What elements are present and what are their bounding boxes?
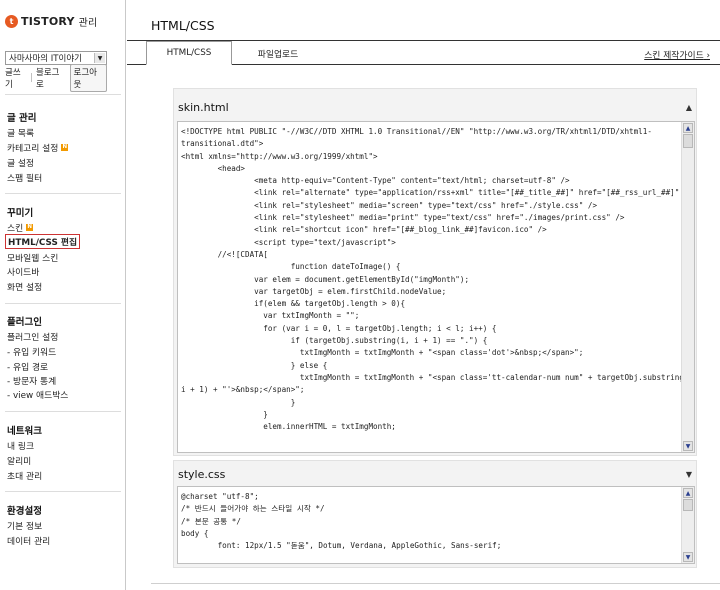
sidebar-item-plugin-settings[interactable]: 플러그인 설정 <box>7 330 58 343</box>
sidebar-item-html-css-edit[interactable]: HTML/CSS 편집 <box>5 234 81 249</box>
scroll-down-icon[interactable]: ▼ <box>683 441 693 451</box>
chevron-down-icon[interactable]: ▼ <box>94 53 105 63</box>
sidebar-item-post-list[interactable]: 글 목록 <box>7 126 34 139</box>
section-title-plugins: 플러그인 <box>7 317 42 328</box>
sidebar-item-data-management[interactable]: 데이터 관리 <box>7 534 50 547</box>
skin_html-line: i + 1) + "'>&nbsp;</span>"; <box>181 385 305 395</box>
write-link[interactable]: 글쓰기 <box>5 66 27 90</box>
tab-file-upload[interactable]: 파일업로드 <box>253 41 303 65</box>
section-title-network: 네트워크 <box>7 426 42 437</box>
blog-select[interactable]: 사마사마의 IT이야기 ▼ <box>5 51 107 65</box>
skin_html-line: <head> <box>181 163 246 173</box>
skin_html-line: } <box>181 397 296 407</box>
skin_html-line: <link rel="stylesheet" media="print" typ… <box>181 213 625 223</box>
skin_html-line: <script type="text/javascript"> <box>181 237 396 247</box>
expand-down-icon[interactable]: ▼ <box>686 470 692 479</box>
style-css-title: style.css <box>178 468 226 481</box>
style_css-line: @charset "utf-8"; <box>181 492 259 501</box>
sidebar-item-notifier[interactable]: 알리미 <box>7 454 31 467</box>
skin_html-line: var targetObj = elem.firstChild.nodeValu… <box>181 286 447 296</box>
tistory-logo[interactable]: t TISTORY 관리 <box>5 14 97 29</box>
divider <box>5 303 121 304</box>
sidebar-item-spam-filter[interactable]: 스팸 필터 <box>7 171 42 184</box>
section-title-decorate: 꾸미기 <box>7 208 34 219</box>
skin_html-line: //<![CDATA[ <box>181 249 268 259</box>
divider <box>5 411 121 412</box>
sidebar-item-basic-info[interactable]: 기본 정보 <box>7 519 42 532</box>
skin_html-line: txtImgMonth = txtImgMonth + "<span class… <box>181 372 695 382</box>
divider <box>5 193 121 194</box>
skin_html-line: elem.innerHTML = txtImgMonth; <box>181 422 396 432</box>
chevron-right-icon: › <box>706 51 710 61</box>
divider <box>151 583 720 584</box>
skin-html-panel: skin.html ▲ <!DOCTYPE html PUBLIC "-//W3… <box>173 88 697 456</box>
divider: | <box>30 73 33 83</box>
skin_html-line: txtImgMonth = txtImgMonth + "<span class… <box>181 348 584 358</box>
skin_html-line: var txtImgMonth = ""; <box>181 311 360 321</box>
skin_html-line: <link rel="shortcut icon" href="[##_blog… <box>181 225 547 235</box>
style-css-panel: style.css ▼ @charset "utf-8"; /* 반드시 들어가야… <box>173 460 697 568</box>
scroll-up-icon[interactable]: ▲ <box>683 123 693 133</box>
skin-guide-link[interactable]: 스킨 제작가이드 › <box>644 48 710 61</box>
sidebar-item-mobile-skin[interactable]: 모바일웹 스킨 <box>7 251 58 264</box>
page-title: HTML/CSS <box>151 18 215 33</box>
style-css-editor[interactable]: @charset "utf-8"; /* 반드시 들어가야 하는 스타일 시작 *… <box>177 486 695 564</box>
sidebar-item-inflow-paths[interactable]: - 유입 경로 <box>7 360 48 373</box>
skin_html-line: function dateToImage() { <box>181 262 401 272</box>
style_css-line: /* 본문 공통 */ <box>181 516 241 526</box>
scroll-thumb[interactable] <box>683 134 693 148</box>
new-badge-icon: N <box>61 144 69 151</box>
skin_html-line: <!DOCTYPE html PUBLIC "-//W3C//DTD XHTML… <box>181 127 652 136</box>
skin_html-line: var elem = document.getElementById("imgM… <box>181 274 470 284</box>
scrollbar[interactable]: ▲ ▼ <box>681 487 694 563</box>
sidebar-item-screen-settings[interactable]: 화면 설정 <box>7 280 42 293</box>
sidebar-item-category-settings[interactable]: 카테고리 설정 N <box>7 141 69 154</box>
section-title-post-management: 글 관리 <box>7 113 37 124</box>
blog-home-link[interactable]: 블로그로 <box>36 66 66 90</box>
skin-html-code[interactable]: <!DOCTYPE html PUBLIC "-//W3C//DTD XHTML… <box>181 126 695 433</box>
style_css-line: body { <box>181 528 209 538</box>
skin_html-line: <html xmlns="http://www.w3.org/1999/xhtm… <box>181 151 378 161</box>
tistory-logo-icon: t <box>5 15 18 28</box>
sidebar-item-invite-management[interactable]: 초대 관리 <box>7 469 42 482</box>
skin_html-line: <meta http-equiv="Content-Type" content=… <box>181 176 570 186</box>
divider <box>5 491 121 492</box>
skin_html-line: <link rel="stylesheet" media="screen" ty… <box>181 200 598 210</box>
sidebar-item-sidebar[interactable]: 사이드바 <box>7 265 39 278</box>
skin_html-line: for (var i = 0, l = targetObj.length; i … <box>181 323 497 333</box>
skin_html-line: if(elem && targetObj.length > 0){ <box>181 299 406 309</box>
divider <box>5 94 121 95</box>
collapse-up-icon[interactable]: ▲ <box>686 103 692 112</box>
scroll-up-icon[interactable]: ▲ <box>683 488 693 498</box>
sidebar-item-view-adbox[interactable]: - view 애드박스 <box>7 388 68 401</box>
scroll-down-icon[interactable]: ▼ <box>683 552 693 562</box>
style_css-line: /* 반드시 들어가야 하는 스타일 시작 */ <box>181 504 325 514</box>
logout-button[interactable]: 로그아웃 <box>69 64 107 92</box>
sidebar-item-visitor-stats[interactable]: - 방문자 통계 <box>7 374 56 387</box>
skin_html-line: <link rel="alternate" type="application/… <box>181 188 694 198</box>
main-content: HTML/CSS HTML/CSS 파일업로드 스킨 제작가이드 › skin.… <box>127 0 720 590</box>
sidebar-item-inflow-keywords[interactable]: - 유입 키워드 <box>7 345 56 358</box>
scroll-thumb[interactable] <box>683 499 693 511</box>
section-title-preferences: 환경설정 <box>7 506 42 517</box>
logo-text: TISTORY <box>21 15 75 28</box>
skin_html-line: transitional.dtd"> <box>181 139 264 149</box>
logo-sub: 관리 <box>78 18 98 29</box>
new-badge-icon: N <box>26 224 34 231</box>
skin-html-editor[interactable]: <!DOCTYPE html PUBLIC "-//W3C//DTD XHTML… <box>177 121 695 453</box>
skin_html-line: } <box>181 409 268 419</box>
style-css-code[interactable]: @charset "utf-8"; /* 반드시 들어가야 하는 스타일 시작 *… <box>181 491 680 552</box>
skin_html-line: } else { <box>181 360 328 370</box>
skin-html-title: skin.html <box>178 101 229 114</box>
tab-html-css[interactable]: HTML/CSS <box>146 41 232 65</box>
sidebar-item-post-settings[interactable]: 글 설정 <box>7 156 34 169</box>
skin_html-line: if (targetObj.substring(i, i + 1) == "."… <box>181 336 488 346</box>
sidebar-item-skin[interactable]: 스킨 N <box>7 221 34 234</box>
scrollbar[interactable]: ▲ ▼ <box>681 122 694 452</box>
blog-select-value: 사마사마의 IT이야기 <box>9 54 82 64</box>
sidebar-item-my-links[interactable]: 내 링크 <box>7 439 34 452</box>
sidebar: t TISTORY 관리 사마사마의 IT이야기 ▼ 글쓰기 | 블로그로 로그… <box>0 0 126 590</box>
style_css-line: font: 12px/1.5 "돋움", Dotum, Verdana, App… <box>181 541 502 551</box>
sidebar-top-actions: 글쓰기 | 블로그로 로그아웃 <box>5 64 107 92</box>
